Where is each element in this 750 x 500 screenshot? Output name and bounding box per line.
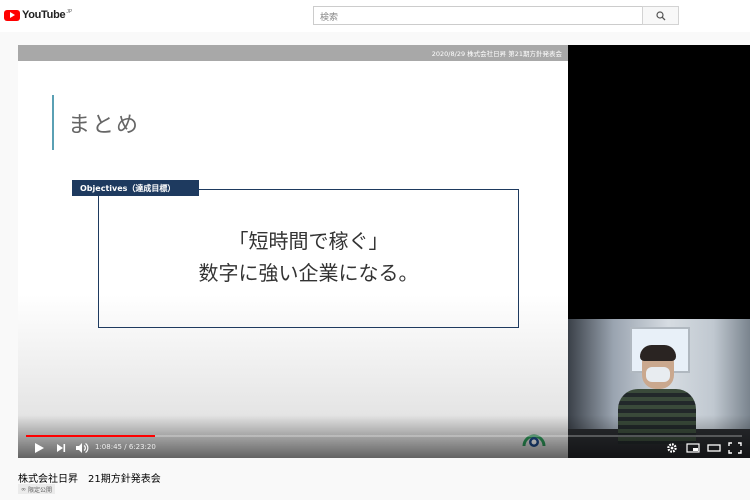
video-player[interactable]: 2020/8/29 株式会社日昇 第21期方針発表会 まとめ Objective… [18, 45, 750, 458]
youtube-play-icon [4, 9, 20, 21]
video-title: 株式会社日昇 21期方針発表会 [18, 474, 161, 485]
search-button[interactable] [642, 6, 679, 25]
slide-title: まとめ [68, 113, 141, 138]
play-icon[interactable] [33, 441, 45, 455]
objective-line-2: 数字に強い企業になる。 [198, 261, 419, 285]
time-display: 1:08:45 / 6:23:20 [95, 443, 156, 451]
masthead: YouTube JP 検索 [0, 0, 750, 32]
time-separator: / [122, 443, 129, 451]
volume-icon[interactable] [75, 441, 89, 455]
fullscreen-icon[interactable] [728, 441, 742, 455]
settings-gear-icon[interactable] [666, 441, 678, 455]
objective-line-1: 「短時間で稼ぐ」 [228, 229, 389, 253]
logo-text: YouTube [22, 9, 66, 21]
theater-mode-icon[interactable] [707, 441, 721, 455]
slide-title-accent [52, 95, 54, 150]
slide-header-text: 2020/8/29 株式会社日昇 第21期方針発表会 [431, 50, 562, 58]
presenter-hair [640, 345, 676, 361]
objectives-tag: Objectives（達成目標） [72, 180, 199, 196]
link-icon: ∞ [21, 485, 26, 493]
visibility-badge-label: 限定公開 [28, 486, 53, 494]
search-icon [656, 11, 666, 21]
presenter-mask [646, 367, 670, 382]
next-icon[interactable] [55, 441, 67, 455]
miniplayer-icon[interactable] [686, 441, 700, 455]
search-input[interactable]: 検索 [313, 6, 643, 25]
slide-header-bar: 2020/8/29 株式会社日昇 第21期方針発表会 [18, 45, 568, 61]
youtube-logo[interactable]: YouTube JP [4, 9, 72, 21]
logo-region: JP [66, 9, 73, 15]
time-current: 1:08:45 [95, 443, 122, 451]
presentation-slide: 2020/8/29 株式会社日昇 第21期方針発表会 まとめ Objective… [18, 45, 568, 458]
visibility-badge: ∞ 限定公開 [18, 484, 56, 494]
time-total: 6:23:20 [128, 443, 156, 451]
progress-played [26, 435, 155, 437]
